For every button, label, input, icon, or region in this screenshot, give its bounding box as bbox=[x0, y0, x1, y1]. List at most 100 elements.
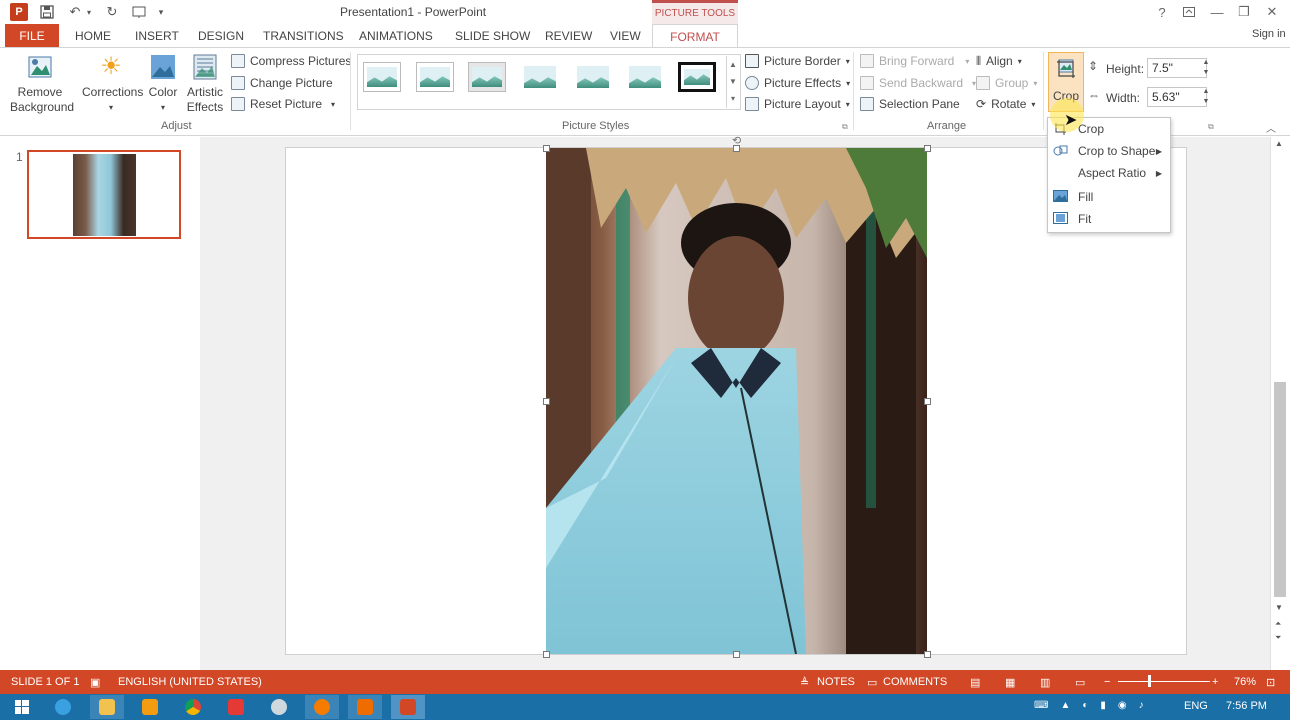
resize-handle-right[interactable] bbox=[924, 398, 931, 405]
picture-styles-launcher-icon[interactable]: ⧉ bbox=[842, 122, 848, 132]
picture-style-5[interactable] bbox=[574, 62, 612, 92]
menu-item-fill[interactable]: Fill bbox=[1048, 186, 1170, 208]
tab-animations[interactable]: ANIMATIONS bbox=[359, 24, 433, 47]
zoom-in-icon[interactable]: + bbox=[1212, 676, 1218, 688]
color-button[interactable]: Color ▾ bbox=[146, 53, 180, 115]
size-launcher-icon[interactable]: ⧉ bbox=[1208, 122, 1214, 132]
comments-button[interactable]: COMMENTS bbox=[883, 676, 947, 688]
slide-show-icon[interactable]: ▭ bbox=[1075, 676, 1085, 689]
windows-start-icon[interactable] bbox=[6, 695, 38, 719]
height-spinner-icon[interactable]: ▲ ▼ bbox=[1200, 58, 1212, 78]
keyboard-icon[interactable]: ⌨ bbox=[1034, 700, 1048, 714]
tray-app-icon[interactable]: ◐ bbox=[1082, 700, 1088, 714]
scroll-thumb[interactable] bbox=[1274, 382, 1286, 597]
powerpoint-app-icon[interactable]: P bbox=[10, 3, 28, 21]
tool-app-icon[interactable] bbox=[262, 695, 296, 719]
picture-style-3[interactable] bbox=[468, 62, 506, 92]
rotate-button[interactable]: ⟳ Rotate ▾ bbox=[976, 94, 1035, 114]
input-language[interactable]: ENG bbox=[1184, 700, 1208, 712]
artistic-effects-button[interactable]: Artistic Effects bbox=[183, 53, 227, 115]
sign-in-link[interactable]: Sign in bbox=[1252, 28, 1286, 40]
scroll-up-icon[interactable]: ▲ bbox=[1275, 139, 1283, 148]
powerpoint-taskbar-icon[interactable] bbox=[391, 695, 425, 719]
tab-home[interactable]: HOME bbox=[75, 24, 111, 47]
media-player-icon[interactable] bbox=[133, 695, 167, 719]
picture-border-button[interactable]: Picture Border ▾ bbox=[745, 51, 850, 71]
language-indicator[interactable]: ENGLISH (UNITED STATES) bbox=[118, 676, 262, 688]
corrections-button[interactable]: ☀ Corrections ▾ bbox=[82, 53, 143, 115]
group-button[interactable]: Group ▾ bbox=[976, 73, 1037, 93]
tab-slide-show[interactable]: SLIDE SHOW bbox=[455, 24, 530, 47]
ribbon-display-options-icon[interactable] bbox=[1178, 2, 1200, 22]
customize-qat-icon[interactable]: ▾ bbox=[155, 3, 167, 21]
bring-forward-button[interactable]: Bring Forward ▾ bbox=[860, 51, 969, 71]
zoom-level[interactable]: 76% bbox=[1234, 676, 1256, 688]
vertical-scrollbar[interactable]: ▲ ▼ ⏶ ⏷ bbox=[1270, 137, 1290, 670]
resize-handle-bottom-left[interactable] bbox=[543, 651, 550, 658]
next-slide-icon[interactable]: ⏷ bbox=[1275, 633, 1281, 643]
tab-transitions[interactable]: TRANSITIONS bbox=[263, 24, 344, 47]
compress-pictures-button[interactable]: Compress Pictures bbox=[231, 51, 351, 71]
tab-format[interactable]: FORMAT bbox=[652, 24, 738, 48]
slide-thumbnail[interactable] bbox=[27, 150, 181, 239]
show-hidden-icons-icon[interactable]: ▲ bbox=[1060, 700, 1070, 714]
download-manager-icon[interactable] bbox=[219, 695, 253, 719]
resize-handle-left[interactable] bbox=[543, 398, 550, 405]
battery-icon[interactable]: ▮ bbox=[1100, 700, 1106, 714]
undo-icon[interactable]: ↶ bbox=[66, 3, 84, 21]
zoom-slider-track[interactable] bbox=[1118, 681, 1210, 682]
notes-button[interactable]: NOTES bbox=[817, 676, 855, 688]
tab-view[interactable]: VIEW bbox=[610, 24, 641, 47]
clock[interactable]: 7:56 PM bbox=[1226, 700, 1267, 712]
help-icon[interactable]: ? bbox=[1151, 2, 1173, 22]
picture-style-1[interactable] bbox=[363, 62, 401, 92]
start-from-beginning-icon[interactable] bbox=[131, 3, 149, 21]
vlc-like-app-icon[interactable] bbox=[305, 695, 339, 719]
resize-handle-top-left[interactable] bbox=[543, 145, 550, 152]
picture-style-6[interactable] bbox=[626, 62, 664, 92]
network-icon[interactable]: ◉ bbox=[1118, 700, 1127, 714]
change-picture-button[interactable]: Change Picture bbox=[231, 73, 333, 93]
picture-style-4[interactable] bbox=[521, 62, 559, 92]
resize-handle-top-right[interactable] bbox=[924, 145, 931, 152]
send-backward-button[interactable]: Send Backward ▾ bbox=[860, 73, 976, 93]
gallery-scroll-controls[interactable]: ▲ ▼ ▾ bbox=[726, 56, 739, 108]
picture-style-2[interactable] bbox=[416, 62, 454, 92]
tab-insert[interactable]: INSERT bbox=[135, 24, 179, 47]
scroll-down-icon[interactable]: ▼ bbox=[1275, 603, 1283, 612]
picture-layout-button[interactable]: Picture Layout ▾ bbox=[745, 94, 850, 114]
resize-handle-bottom[interactable] bbox=[733, 651, 740, 658]
zoom-slider-thumb[interactable] bbox=[1148, 675, 1151, 687]
save-icon[interactable] bbox=[38, 3, 56, 21]
collapse-ribbon-icon[interactable]: ︿ bbox=[1266, 120, 1276, 135]
align-button[interactable]: ⫴ Align ▾ bbox=[976, 51, 1022, 71]
picture-style-7[interactable] bbox=[678, 62, 716, 92]
chrome-icon[interactable] bbox=[176, 695, 210, 719]
normal-view-icon[interactable]: ▤ bbox=[970, 676, 980, 689]
previous-slide-icon[interactable]: ⏶ bbox=[1275, 619, 1281, 629]
recorder-app-icon[interactable] bbox=[348, 695, 382, 719]
remove-background-button[interactable]: Remove Background bbox=[10, 53, 74, 115]
width-input[interactable]: 5.63" bbox=[1147, 87, 1207, 107]
fit-slide-icon[interactable]: ⊡ bbox=[1266, 676, 1275, 689]
reading-view-icon[interactable]: ▥ bbox=[1040, 676, 1050, 689]
volume-icon[interactable]: ♪ bbox=[1139, 700, 1144, 714]
height-input[interactable]: 7.5" bbox=[1147, 58, 1207, 78]
selection-pane-button[interactable]: Selection Pane bbox=[860, 94, 960, 114]
close-icon[interactable]: ✕ bbox=[1261, 2, 1283, 22]
reset-picture-button[interactable]: Reset Picture ▾ bbox=[231, 94, 335, 114]
minimize-icon[interactable]: — bbox=[1206, 2, 1228, 22]
width-spinner-icon[interactable]: ▲ ▼ bbox=[1200, 87, 1212, 107]
internet-explorer-icon[interactable] bbox=[46, 695, 80, 719]
menu-item-fit[interactable]: Fit bbox=[1048, 208, 1170, 230]
selected-picture[interactable] bbox=[546, 148, 927, 654]
tab-design[interactable]: DESIGN bbox=[198, 24, 244, 47]
redo-icon[interactable]: ↻ bbox=[103, 3, 121, 21]
spell-check-icon[interactable]: ▣ bbox=[90, 676, 100, 689]
slide-sorter-icon[interactable]: ▦ bbox=[1005, 676, 1015, 689]
tab-file[interactable]: FILE bbox=[5, 24, 59, 47]
rotate-handle-icon[interactable]: ⟲ bbox=[732, 134, 741, 147]
restore-icon[interactable]: ❐ bbox=[1233, 2, 1255, 22]
menu-item-aspect-ratio[interactable]: Aspect Ratio ▶ bbox=[1048, 162, 1170, 184]
menu-item-crop-to-shape[interactable]: Crop to Shape ▶ bbox=[1048, 140, 1170, 162]
